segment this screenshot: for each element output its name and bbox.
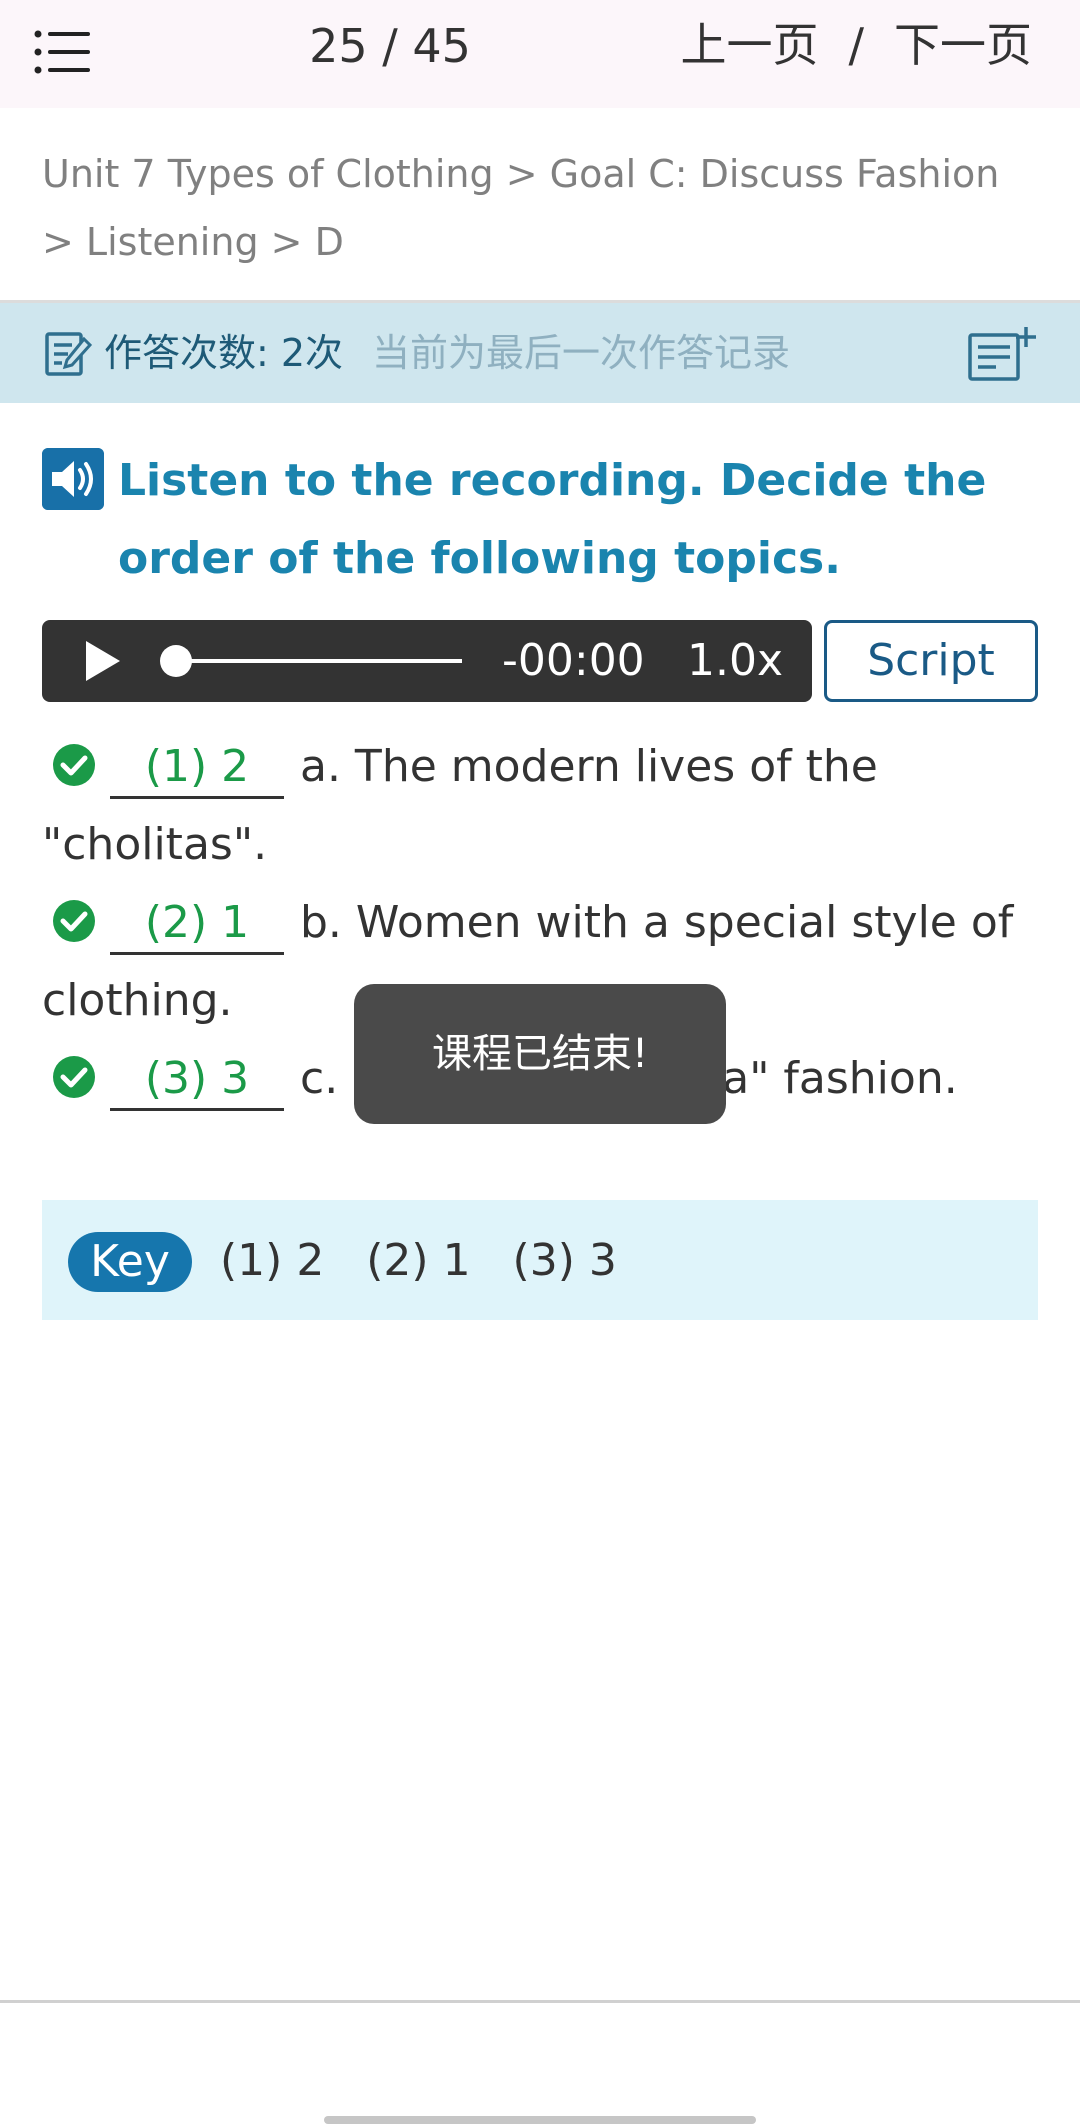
next-page-button[interactable]: 下一页 [894,18,1032,72]
question-item: (1) 2 a. The modern lives of the "cholita… [42,728,1042,884]
answer-record-bar: 作答次数: 2次 当前为最后一次作答记录 [0,303,1080,403]
instruction-text: Listen to the recording. Decide the orde… [118,455,987,584]
nav-separator: / [848,18,865,72]
bottom-divider [0,2000,1080,2003]
key-badge: Key [68,1232,192,1292]
question-text: c. [300,1053,339,1104]
page-counter: 25 / 45 [309,19,471,73]
audio-progress-track[interactable] [172,659,462,663]
attempt-count: 作答次数: 2次 [104,331,344,375]
play-icon[interactable] [80,638,126,684]
key-answers: (1) 2 (2) 1 (3) 3 [220,1235,617,1286]
breadcrumb: Unit 7 Types of Clothing > Goal C: Discu… [42,152,1000,264]
answer-blank[interactable]: (3) 3 [110,1050,284,1111]
question-text-continued: clothing. [42,975,233,1026]
answer-key: Key (1) 2 (2) 1 (3) 3 [42,1200,1038,1320]
notes-add-icon[interactable] [966,325,1038,383]
question-text-continued: "cholitas". [42,819,268,870]
check-icon [53,900,95,942]
question-text: a. The modern lives of the [300,741,878,792]
toast-message: 课程已结束! [354,984,726,1124]
audio-player: -00:00 1.0x [42,620,812,702]
page-navigation: 上一页 / 下一页 [681,18,1033,72]
menu-icon[interactable] [34,30,92,74]
question-text: b. Women with a special style of [300,897,1014,948]
answer-blank[interactable]: (1) 2 [110,738,284,799]
answer-blank[interactable]: (2) 1 [110,894,284,955]
edit-icon [45,332,92,376]
home-indicator[interactable] [324,2116,756,2124]
prev-page-button[interactable]: 上一页 [681,18,819,72]
speaker-icon[interactable] [42,448,104,510]
script-button[interactable]: Script [824,620,1038,702]
playback-speed[interactable]: 1.0x [687,636,783,686]
audio-progress-handle[interactable] [160,645,192,677]
question-text-tail: la" fashion. [710,1053,958,1104]
top-bar: 25 / 45 上一页 / 下一页 [0,0,1080,108]
check-icon [53,1056,95,1098]
check-icon [53,744,95,786]
audio-time: -00:00 [502,635,645,686]
last-attempt-note: 当前为最后一次作答记录 [372,331,791,375]
